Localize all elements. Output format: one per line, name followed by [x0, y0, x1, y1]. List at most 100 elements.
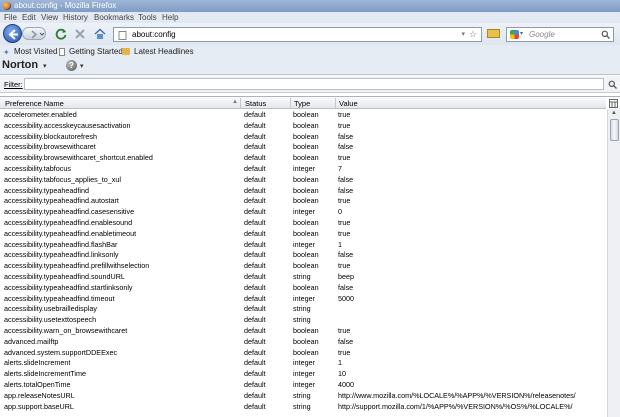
filter-input[interactable]	[24, 78, 604, 90]
cell-type: integer	[293, 293, 315, 303]
cell-status: default	[244, 293, 266, 303]
dropdown-arrow-icon[interactable]: ▾	[461, 30, 465, 38]
table-row[interactable]: accessibility.accesskeycausesactivation d…	[0, 120, 606, 131]
cell-value: true	[338, 325, 351, 335]
table-row[interactable]: accessibility.typeaheadfind.autostart def…	[0, 195, 606, 206]
scroll-up-icon[interactable]: ▲	[611, 110, 617, 116]
table-row[interactable]: accessibility.typeaheadfind.linksonly def…	[0, 249, 606, 260]
table-row[interactable]: accessibility.typeaheadfind.prefillwiths…	[0, 260, 606, 271]
bookmark-most-visited[interactable]: Most Visited	[14, 47, 57, 56]
table-row[interactable]: app.support.baseURL default string http://s…	[0, 401, 606, 412]
column-divider[interactable]	[335, 98, 336, 108]
cell-preference-name: accessibility.tabfocus	[4, 163, 71, 173]
cell-value: 1	[338, 239, 342, 249]
help-question-icon[interactable]: ?	[66, 60, 77, 71]
table-row[interactable]: accessibility.typeaheadfind.enabletimeou…	[0, 228, 606, 239]
reload-icon[interactable]	[54, 27, 68, 41]
table-row[interactable]: accessibility.typeaheadfind.soundURL defa…	[0, 271, 606, 282]
cell-value: false	[338, 174, 354, 184]
cell-preference-name: accessibility.typeaheadfind.enablesound	[4, 217, 133, 227]
cell-preference-name: alerts.totalOpenTime	[4, 379, 71, 389]
column-status[interactable]: Status	[245, 99, 266, 108]
menu-edit[interactable]: Edit	[22, 13, 36, 22]
cell-type: string	[293, 271, 311, 281]
cell-status: default	[244, 390, 266, 400]
cell-type: boolean	[293, 217, 319, 227]
cell-status: default	[244, 120, 266, 130]
column-value[interactable]: Value	[339, 99, 358, 108]
table-row[interactable]: accessibility.browsewithcaret default bool…	[0, 141, 606, 152]
home-icon[interactable]	[93, 27, 107, 41]
cell-value: true	[338, 347, 351, 357]
cell-preference-name: advanced.mailftp	[4, 336, 59, 346]
table-row[interactable]: accessibility.typeaheadfind.flashBar defa…	[0, 239, 606, 250]
column-divider[interactable]	[240, 98, 241, 108]
table-row[interactable]: accessibility.usetexttospeech default stri…	[0, 314, 606, 325]
vertical-scrollbar[interactable]: ▲	[607, 109, 620, 417]
cell-status: default	[244, 304, 266, 314]
column-picker-icon[interactable]	[609, 99, 618, 108]
scrollbar-thumb[interactable]	[610, 119, 619, 141]
table-row[interactable]: accessibility.typeaheadfind default boolea…	[0, 185, 606, 196]
back-button[interactable]	[3, 24, 22, 43]
page-icon	[118, 31, 127, 40]
cell-type: string	[293, 401, 311, 411]
table-row[interactable]: accessibility.tabfocus default integer 7	[0, 163, 606, 174]
table-row[interactable]: advanced.mailftp default boolean false	[0, 336, 606, 347]
menu-help[interactable]: Help	[162, 13, 178, 22]
stop-icon[interactable]	[73, 27, 87, 41]
cell-type: boolean	[293, 131, 319, 141]
cell-preference-name: alerts.slideIncrementTime	[4, 369, 87, 379]
table-row[interactable]: accessibility.typeaheadfind.timeout defau…	[0, 293, 606, 304]
cell-preference-name: alerts.slideIncrement	[4, 358, 71, 368]
search-box[interactable]: ▾ Google	[506, 27, 614, 42]
table-row[interactable]: accessibility.typeaheadfind.enablesound d…	[0, 217, 606, 228]
menu-bookmarks[interactable]: Bookmarks	[94, 13, 134, 22]
menu-view[interactable]: View	[41, 13, 58, 22]
table-row[interactable]: alerts.slideIncrementTime default integer 1…	[0, 368, 606, 379]
table-row[interactable]: accessibility.tabfocus_applies_to_xul def…	[0, 174, 606, 185]
menu-file[interactable]: File	[4, 13, 17, 22]
search-icon[interactable]	[601, 30, 610, 39]
table-row[interactable]: app.releaseNotesURL default string http://w…	[0, 390, 606, 401]
cell-type: boolean	[293, 196, 319, 206]
norton-dropdown-icon[interactable]: ▾	[43, 62, 47, 70]
filter-search-icon[interactable]	[608, 80, 617, 89]
bookmark-getting-started[interactable]: Getting Started	[69, 47, 123, 56]
title-bar: about:config - Mozilla Firefox	[0, 0, 620, 12]
engine-dropdown-icon[interactable]: ▾	[520, 30, 523, 37]
table-row[interactable]: alerts.slideIncrement default integer 1	[0, 357, 606, 368]
back-arrow-icon	[8, 29, 18, 40]
table-row[interactable]: advanced.system.supportDDEExec default boo…	[0, 347, 606, 358]
cell-type: boolean	[293, 250, 319, 260]
norton-logo[interactable]: Norton	[2, 59, 38, 71]
table-row[interactable]: accessibility.warn_on_browsewithcaret def…	[0, 325, 606, 336]
table-row[interactable]: accessibility.browsewithcaret_shortcut.e…	[0, 152, 606, 163]
bookmark-latest-headlines[interactable]: Latest Headlines	[134, 47, 194, 56]
cell-type: integer	[293, 369, 315, 379]
cell-status: default	[244, 207, 266, 217]
column-type[interactable]: Type	[294, 99, 310, 108]
menu-tools[interactable]: Tools	[138, 13, 157, 22]
table-row[interactable]: accessibility.typeaheadfind.startlinkson…	[0, 282, 606, 293]
address-bar[interactable]: about:config ☆ ▾	[113, 27, 482, 42]
cell-type: boolean	[293, 185, 319, 195]
table-row[interactable]: accessibility.typeaheadfind.casesensitiv…	[0, 206, 606, 217]
cell-type: boolean	[293, 153, 319, 163]
cell-status: default	[244, 315, 266, 325]
cell-status: default	[244, 142, 266, 152]
menu-history[interactable]: History	[63, 13, 88, 22]
table-row[interactable]: alerts.totalOpenTime default integer 4000	[0, 379, 606, 390]
help-dropdown-icon[interactable]: ▾	[80, 62, 84, 70]
table-row[interactable]: accessibility.usebrailledisplay default st…	[0, 303, 606, 314]
table-row[interactable]: accelerometer.enabled default boolean true	[0, 109, 606, 120]
column-preference-name[interactable]: Preference Name	[5, 99, 64, 108]
cell-preference-name: accessibility.usebrailledisplay	[4, 304, 97, 314]
column-divider[interactable]	[290, 98, 291, 108]
forward-button[interactable]	[22, 27, 46, 40]
cell-status: default	[244, 131, 266, 141]
star-bookmark-icon[interactable]: ☆	[469, 29, 477, 40]
table-row[interactable]: accessibility.blockautorefresh default boo…	[0, 131, 606, 142]
google-icon[interactable]	[510, 30, 519, 39]
addon-icon[interactable]	[487, 29, 500, 38]
